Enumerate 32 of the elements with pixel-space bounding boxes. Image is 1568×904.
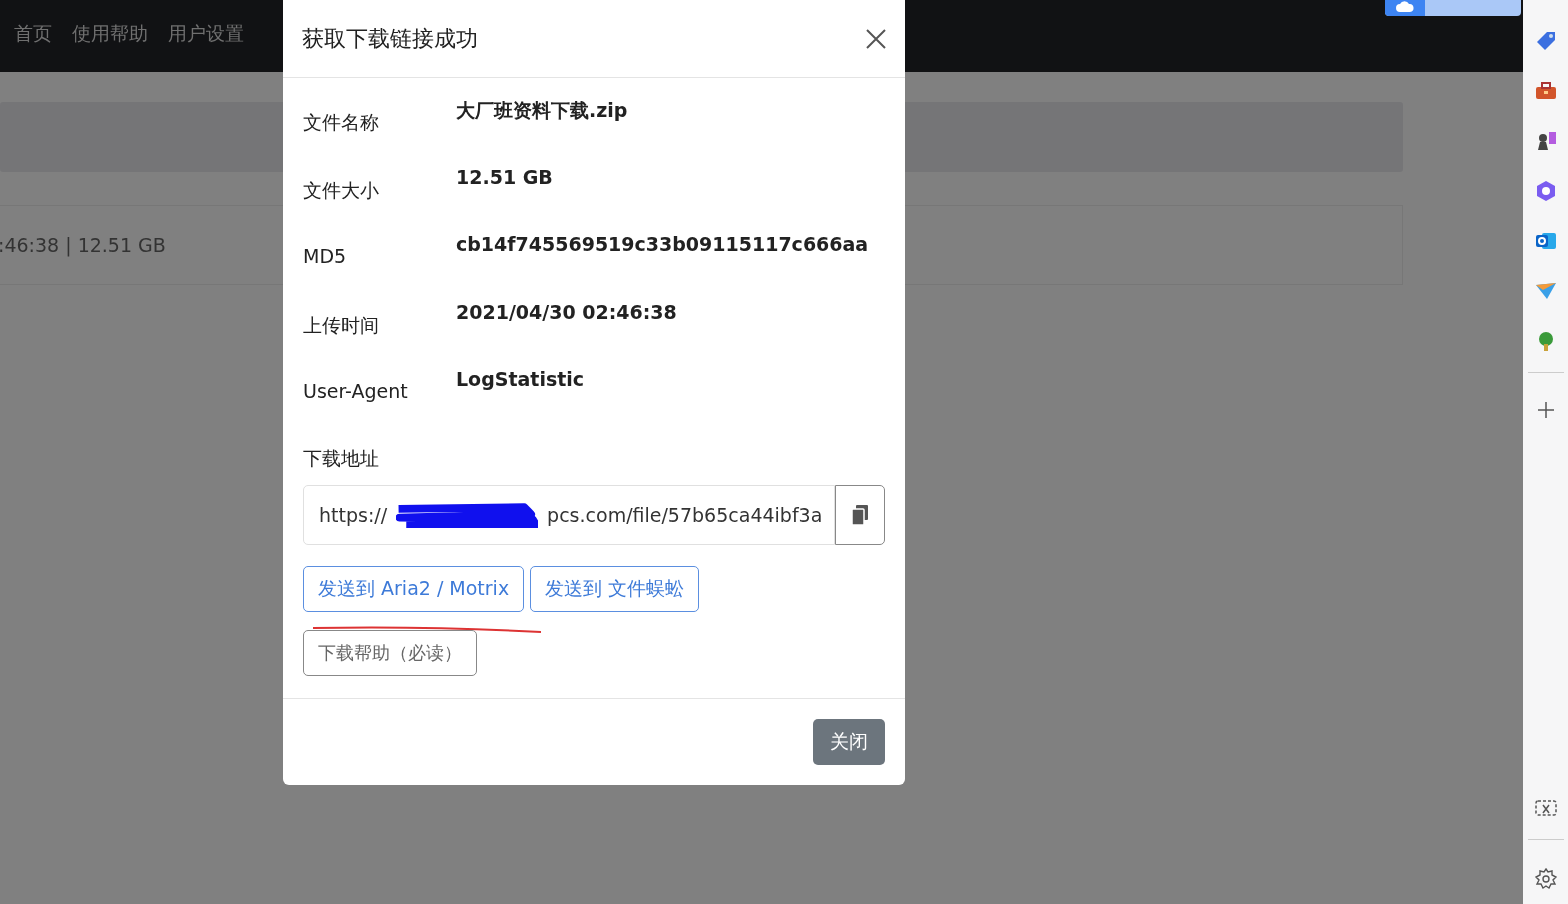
- field-label: 文件名称: [303, 110, 380, 135]
- field-value: 12.51 GB: [456, 165, 553, 190]
- mail-icon[interactable]: [1534, 230, 1557, 252]
- copy-button[interactable]: [835, 484, 885, 545]
- cloud-icon: [1396, 0, 1414, 12]
- close-button[interactable]: [865, 27, 887, 50]
- nav-link[interactable]: 使用帮助: [72, 21, 148, 47]
- nav-link[interactable]: 用户设置: [168, 21, 244, 47]
- field-value: LogStatistic: [456, 368, 585, 392]
- nav-link[interactable]: 首页: [14, 21, 52, 47]
- hexagon-logo-icon[interactable]: [1534, 180, 1557, 202]
- close-button[interactable]: 关闭: [813, 719, 885, 765]
- field-value: 大厂班资料下载.zip: [456, 98, 628, 123]
- copy-icon: [852, 504, 868, 525]
- field-label: User-Agent: [303, 379, 409, 404]
- send-button[interactable]: 发送到 文件蜈蚣: [530, 565, 700, 612]
- add-icon[interactable]: [1536, 401, 1555, 419]
- dialog-title: 获取下载链接成功: [302, 24, 478, 53]
- toolbox-icon[interactable]: [1534, 80, 1557, 102]
- url-field[interactable]: https:// pcs.com/file/57b65ca44ibf3a: [303, 484, 835, 545]
- file-info: :46:38 | 12.51 GB: [0, 234, 166, 256]
- field-value: 2021/04/30 02:46:38: [456, 300, 677, 325]
- send-button[interactable]: 发送到 Aria2 / Motrix: [303, 565, 525, 612]
- field-label: 文件大小: [303, 177, 380, 203]
- field-value: cb14f745569519c33b09115117c666aa: [456, 233, 869, 257]
- field-label: 下载地址: [303, 445, 380, 471]
- settings-icon[interactable]: [1534, 868, 1557, 890]
- close-icon: [865, 27, 887, 50]
- field-label: MD5: [303, 244, 348, 269]
- screenshot-icon[interactable]: [1534, 799, 1557, 819]
- help-button[interactable]: 下载帮助（必读）: [303, 629, 477, 676]
- field-label: 上传时间: [303, 312, 380, 338]
